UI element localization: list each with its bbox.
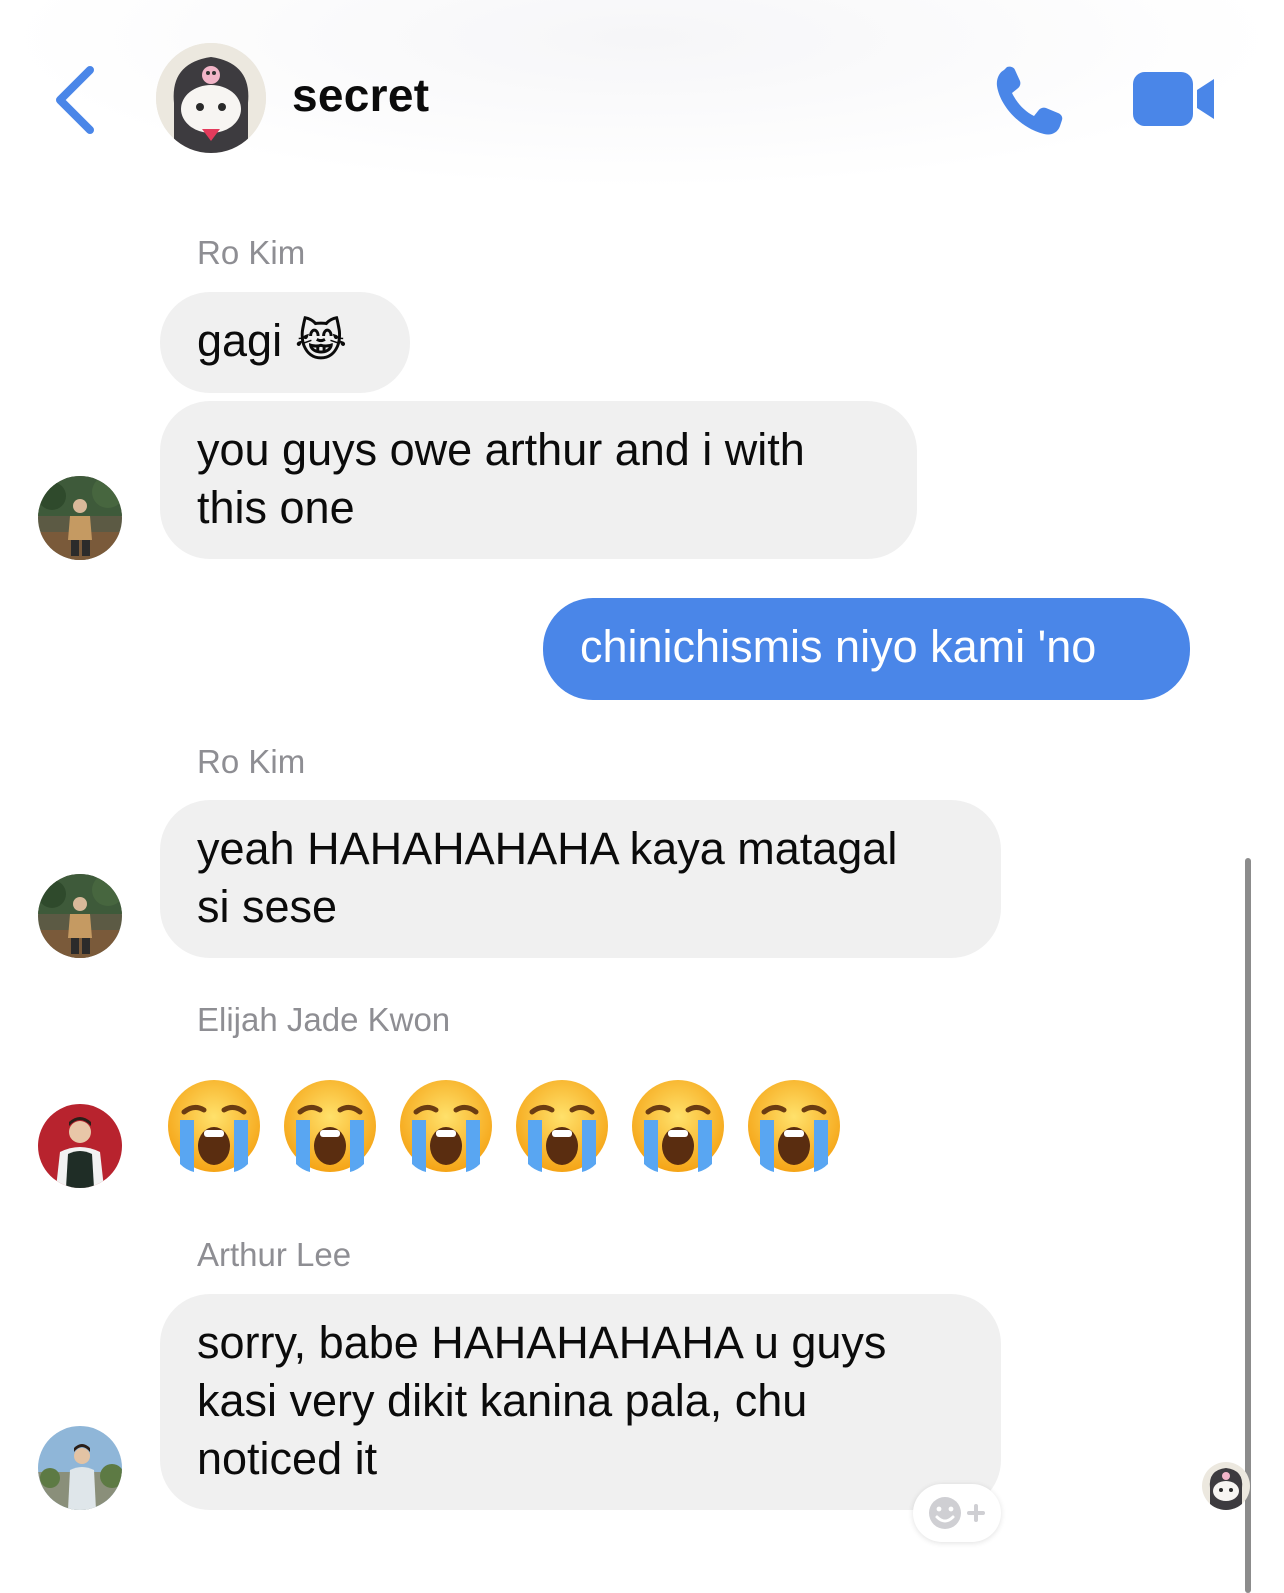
- loudly-crying-face-emoji: [748, 1080, 840, 1172]
- message-bubble[interactable]: sorry, babe HAHAHAHAHA u guys kasi very …: [160, 1294, 1001, 1510]
- message-bubble[interactable]: yeah HAHAHAHAHA kaya matagal si sese: [160, 800, 1001, 958]
- chevron-left-icon: [56, 66, 94, 134]
- loudly-crying-face-emoji: [400, 1080, 492, 1172]
- elijah-avatar-image: [38, 1104, 122, 1188]
- chat-header: secret: [0, 0, 1284, 190]
- avatar[interactable]: [38, 1104, 122, 1188]
- sender-name: Ro Kim: [197, 234, 306, 271]
- ro-kim-avatar-image: [38, 476, 122, 560]
- avatar[interactable]: [38, 874, 122, 958]
- sender-name: Ro Kim: [197, 743, 306, 780]
- arthur-avatar-image: [38, 1426, 122, 1510]
- group-avatar-image: [156, 43, 266, 153]
- loudly-crying-face-emoji: [632, 1080, 724, 1172]
- message-bubble[interactable]: gagi 😹: [160, 292, 410, 393]
- video-call-button[interactable]: [1130, 68, 1220, 130]
- audio-call-button[interactable]: [990, 60, 1070, 140]
- message-bubble[interactable]: you guys owe arthur and i with this one: [160, 401, 917, 559]
- sender-name: Arthur Lee: [197, 1236, 352, 1273]
- phone-icon: [996, 66, 1063, 135]
- add-reaction-button[interactable]: [913, 1484, 1001, 1542]
- avatar[interactable]: [38, 1426, 122, 1510]
- chat-title[interactable]: secret: [292, 68, 429, 122]
- loudly-crying-face-emoji: [516, 1080, 608, 1172]
- chat-screen: secret Ro Kim gagi 😹 you guys owe arthur…: [0, 0, 1284, 1593]
- my-message-bubble[interactable]: chinichismis niyo kami 'no: [543, 598, 1190, 700]
- back-button[interactable]: [48, 62, 104, 138]
- loudly-crying-face-emoji: [168, 1080, 260, 1172]
- avatar[interactable]: [38, 476, 122, 560]
- group-avatar[interactable]: [156, 43, 266, 153]
- video-camera-icon: [1133, 72, 1214, 126]
- sender-name: Elijah Jade Kwon: [197, 1001, 451, 1038]
- ro-kim-avatar-image: [38, 874, 122, 958]
- loudly-crying-face-emoji: [284, 1080, 376, 1172]
- emoji-message[interactable]: [166, 1078, 842, 1174]
- read-receipt-avatar: [1202, 1462, 1250, 1510]
- add-reaction-icon: [929, 1497, 985, 1529]
- read-receipt-avatar-image: [1202, 1462, 1250, 1510]
